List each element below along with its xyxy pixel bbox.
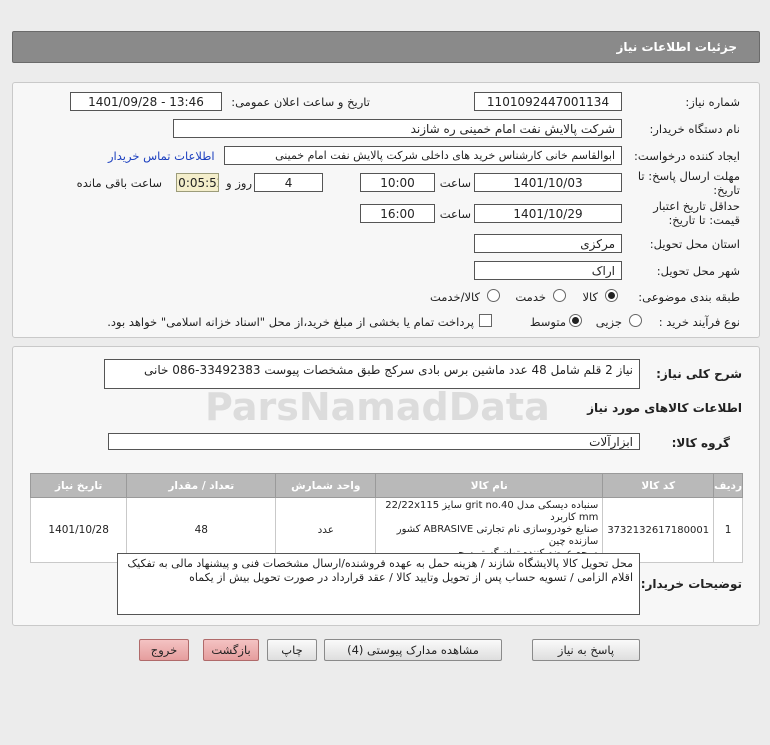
col-qty: تعداد / مقدار <box>126 473 277 498</box>
col-row: ردیف <box>713 473 743 498</box>
days-field: 4 <box>254 173 323 192</box>
requester-field: ابوالقاسم خانی کارشناس خرید های داخلی شر… <box>224 146 622 165</box>
exit-button[interactable]: خروج <box>139 639 189 661</box>
category-radio-both[interactable] <box>487 289 500 302</box>
goods-section-title: اطلاعات کالاهای مورد نیاز <box>587 401 742 415</box>
col-code: کد کالا <box>602 473 715 498</box>
process-option-medium: متوسط <box>529 315 566 329</box>
cell-row: 1 <box>713 497 743 563</box>
goods-table: ردیف کد کالا نام کالا واحد شمارش تعداد /… <box>29 473 743 563</box>
process-option-minor: جزیی <box>595 315 622 329</box>
validity-date-field: 1401/10/29 <box>474 204 622 223</box>
goods-name-line1: سنباده دیسکی مدل grit no.40 سایز 22/22x1… <box>385 500 599 523</box>
notes-label: توضیحات خریدار: <box>640 577 742 591</box>
deadline-label-line2: تاریخ: <box>713 183 740 197</box>
page-header: جزئیات اطلاعات نیاز <box>12 31 760 63</box>
deadline-date-field: 1401/10/03 <box>474 173 622 192</box>
city-label: شهر محل تحویل: <box>656 264 740 278</box>
deadline-time-label: ساعت <box>439 176 471 190</box>
contact-buyer-link[interactable]: اطلاعات تماس خریدار <box>108 149 215 163</box>
deadline-label: مهلت ارسال پاسخ: تا تاریخ: <box>638 169 740 197</box>
announce-label: تاریخ و ساعت اعلان عمومی: <box>231 95 370 109</box>
deadline-label-line1: مهلت ارسال پاسخ: تا <box>637 169 740 183</box>
days-label: روز و <box>226 176 252 190</box>
col-date: تاریخ نیاز <box>29 473 128 498</box>
buyer-org-field: شرکت پالایش نفت امام خمینی ره شازند <box>173 119 622 138</box>
deadline-time-field: 10:00 <box>360 173 435 192</box>
validity-label: حداقل تاریخ اعتبار قیمت: تا تاریخ: <box>653 199 740 227</box>
category-label: طبقه بندی موضوعی: <box>638 290 740 304</box>
need-number-label: شماره نیاز: <box>685 95 740 109</box>
treasury-payment-checkbox[interactable] <box>479 314 492 327</box>
attachments-button[interactable]: مشاهده مدارک پیوستی (4) <box>324 639 502 661</box>
category-option-goods: کالا <box>582 290 598 304</box>
payment-note: پرداخت تمام یا بخشی از مبلغ خرید،از محل … <box>107 315 474 329</box>
validity-time-label: ساعت <box>439 207 471 221</box>
goods-group-label: گروه کالا: <box>671 436 730 450</box>
process-label: نوع فرآیند خرید : <box>658 315 740 329</box>
summary-field: نیاز 2 قلم شامل 48 عدد ماشین برس بادی سر… <box>104 359 640 389</box>
requester-label: ایجاد کننده درخواست: <box>634 149 740 163</box>
goods-name-line2: صنایع خودروسازی نام تجارتی ABRASIVE کشور… <box>396 524 599 547</box>
validity-label-line2: قیمت: تا تاریخ: <box>668 213 740 227</box>
goods-group-field: ابزارآلات <box>108 433 640 450</box>
remaining-label: ساعت باقی مانده <box>76 176 162 190</box>
need-number-field: 1101092447001134 <box>474 92 622 111</box>
category-radio-goods[interactable] <box>605 289 618 302</box>
cell-date: 1401/10/28 <box>29 497 128 563</box>
province-label: استان محل تحویل: <box>649 237 740 251</box>
city-field: اراک <box>474 261 622 280</box>
announce-field: 1401/09/28 - 13:46 <box>70 92 222 111</box>
page-title: جزئیات اطلاعات نیاز <box>616 40 737 54</box>
remaining-time-field: 20:05:52 <box>176 173 219 192</box>
col-unit: واحد شمارش <box>275 473 377 498</box>
back-button[interactable]: بازگشت <box>203 639 259 661</box>
print-button[interactable]: چاپ <box>267 639 317 661</box>
category-option-both: کالا/خدمت <box>429 290 480 304</box>
reply-button[interactable]: پاسخ به نیاز <box>532 639 640 661</box>
validity-time-field: 16:00 <box>360 204 435 223</box>
validity-label-line1: حداقل تاریخ اعتبار <box>653 199 740 213</box>
buyer-org-label: نام دستگاه خریدار: <box>649 122 740 136</box>
process-radio-medium[interactable] <box>569 314 582 327</box>
summary-label: شرح کلی نیاز: <box>656 367 742 381</box>
category-radio-service[interactable] <box>553 289 566 302</box>
process-radio-minor[interactable] <box>629 314 642 327</box>
category-option-service: خدمت <box>515 290 546 304</box>
province-field: مرکزی <box>474 234 622 253</box>
col-name: نام کالا <box>375 473 604 498</box>
notes-field: محل تحویل کالا پالایشگاه شازند / هزینه ح… <box>117 553 640 615</box>
